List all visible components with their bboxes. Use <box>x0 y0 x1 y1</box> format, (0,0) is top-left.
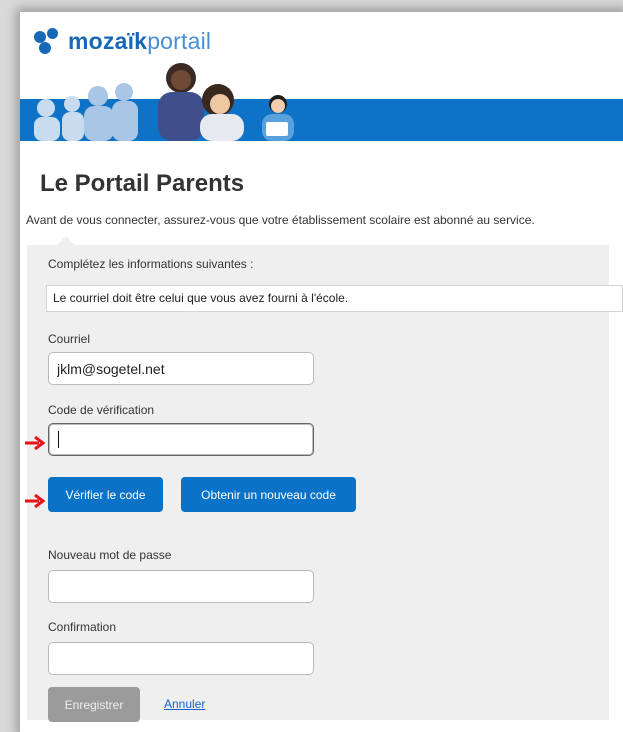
get-new-code-button[interactable]: Obtenir un nouveau code <box>181 477 356 512</box>
code-label: Code de vérification <box>48 403 155 417</box>
mozaik-logo-icon <box>34 28 60 54</box>
page-title: Le Portail Parents <box>40 170 245 197</box>
families-illustration <box>34 63 294 141</box>
confirmation-label: Confirmation <box>48 620 117 634</box>
logo-light: portail <box>147 28 212 54</box>
save-button[interactable]: Enregistrer <box>48 687 140 722</box>
notice-box: Le courriel doit être celui que vous ave… <box>46 285 623 312</box>
new-password-label: Nouveau mot de passe <box>48 548 172 562</box>
verify-code-button[interactable]: Vérifier le code <box>48 477 163 512</box>
red-arrow-icon <box>25 494 45 508</box>
new-password-field[interactable] <box>48 570 314 603</box>
logo-wordmark: mozaïkportail <box>68 28 211 54</box>
mozaik-logo[interactable]: mozaïkportail <box>34 26 211 56</box>
confirmation-field[interactable] <box>48 642 314 675</box>
cancel-link[interactable]: Annuler <box>164 697 205 711</box>
intro-text: Avant de vous connecter, assurez-vous qu… <box>26 213 535 227</box>
text-caret <box>58 431 59 448</box>
form-instructions: Complétez les informations suivantes : <box>48 257 254 271</box>
verification-code-field[interactable] <box>48 423 314 456</box>
header: mozaïkportail <box>20 12 623 153</box>
email-field[interactable] <box>48 352 314 385</box>
red-arrow-icon <box>25 436 45 450</box>
logo-bold: mozaïk <box>68 28 148 54</box>
panel-pointer <box>57 236 75 245</box>
email-label: Courriel <box>48 332 91 346</box>
